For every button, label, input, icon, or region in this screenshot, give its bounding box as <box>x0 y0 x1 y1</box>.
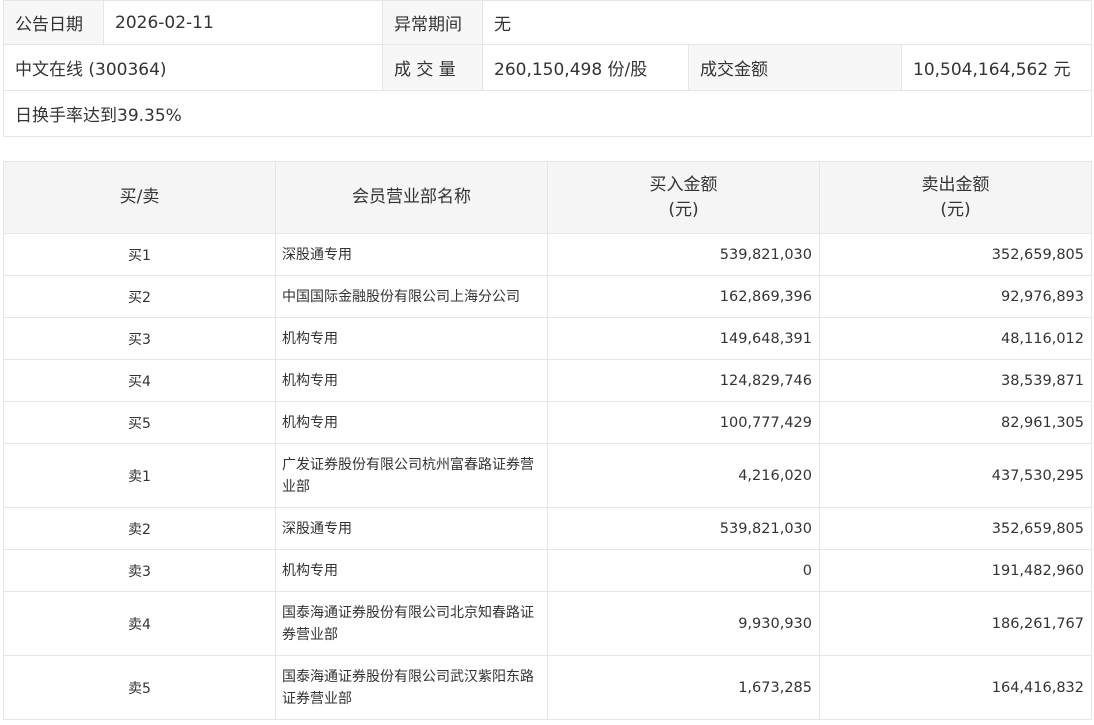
table-row: 卖4 国泰海通证券股份有限公司北京知春路证券营业部 9,930,930 186,… <box>3 591 1092 656</box>
header-member: 会员营业部名称 <box>275 161 548 234</box>
row-side: 卖2 <box>3 507 276 550</box>
row-buy-amount: 0 <box>547 549 820 592</box>
trade-details-table: 买/卖 会员营业部名称 买入金额 (元) 卖出金额 (元) 买1 深股通专用 5… <box>3 161 1092 720</box>
row-buy-amount: 162,869,396 <box>547 275 820 318</box>
row-sell-amount: 92,976,893 <box>819 275 1092 318</box>
table-row: 买4 机构专用 124,829,746 38,539,871 <box>3 359 1092 402</box>
row-side: 卖5 <box>3 655 276 720</box>
row-member: 机构专用 <box>275 359 548 402</box>
row-buy-amount: 100,777,429 <box>547 401 820 444</box>
row-buy-amount: 539,821,030 <box>547 507 820 550</box>
volume-value: 260,150,498 份/股 <box>482 44 689 91</box>
amount-label: 成交金额 <box>688 44 902 91</box>
row-sell-amount: 82,961,305 <box>819 401 1092 444</box>
table-row: 卖5 国泰海通证券股份有限公司武汉紫阳东路证券营业部 1,673,285 164… <box>3 655 1092 720</box>
announce-date-value: 2026-02-11 <box>103 0 383 45</box>
row-sell-amount: 48,116,012 <box>819 317 1092 360</box>
info-row-trading: 中文在线 (300364) 成 交 量 260,150,498 份/股 成交金额… <box>3 44 1093 91</box>
row-sell-amount: 352,659,805 <box>819 507 1092 550</box>
row-member: 机构专用 <box>275 401 548 444</box>
abnormal-reason: 日换手率达到39.35% <box>2 90 1093 137</box>
announce-date-label: 公告日期 <box>3 0 104 45</box>
row-sell-amount: 186,261,767 <box>819 591 1092 656</box>
row-sell-amount: 164,416,832 <box>819 655 1092 720</box>
info-row-date: 公告日期 2026-02-11 异常期间 无 <box>3 0 1093 45</box>
row-sell-amount: 352,659,805 <box>819 233 1092 276</box>
row-side: 卖4 <box>3 591 276 656</box>
header-buy-amount-line1: 买入金额 <box>649 174 718 195</box>
row-buy-amount: 124,829,746 <box>547 359 820 402</box>
abnormal-period-value: 无 <box>481 0 1093 45</box>
table-row: 卖2 深股通专用 539,821,030 352,659,805 <box>3 507 1092 550</box>
table-row: 卖3 机构专用 0 191,482,960 <box>3 549 1092 592</box>
row-side: 卖1 <box>3 443 276 508</box>
row-side: 卖3 <box>3 549 276 592</box>
header-sell-amount-line1: 卖出金额 <box>921 174 990 195</box>
volume-label: 成 交 量 <box>382 44 483 91</box>
header-buy-amount: 买入金额 (元) <box>547 161 820 234</box>
header-sell-amount: 卖出金额 (元) <box>819 161 1092 234</box>
row-buy-amount: 9,930,930 <box>547 591 820 656</box>
header-buy-amount-unit: (元) <box>668 199 699 220</box>
row-buy-amount: 4,216,020 <box>547 443 820 508</box>
row-sell-amount: 437,530,295 <box>819 443 1092 508</box>
table-row: 买1 深股通专用 539,821,030 352,659,805 <box>3 233 1092 276</box>
row-member: 机构专用 <box>275 549 548 592</box>
info-row-reason: 日换手率达到39.35% <box>2 90 1093 137</box>
row-member: 中国国际金融股份有限公司上海分公司 <box>275 275 548 318</box>
row-member: 深股通专用 <box>275 233 548 276</box>
table-row: 卖1 广发证券股份有限公司杭州富春路证券营业部 4,216,020 437,53… <box>3 443 1092 508</box>
row-sell-amount: 38,539,871 <box>819 359 1092 402</box>
row-member: 国泰海通证券股份有限公司北京知春路证券营业部 <box>275 591 548 656</box>
trade-header-row: 买/卖 会员营业部名称 买入金额 (元) 卖出金额 (元) <box>3 161 1092 234</box>
row-side: 买3 <box>3 317 276 360</box>
row-member: 机构专用 <box>275 317 548 360</box>
table-row: 买5 机构专用 100,777,429 82,961,305 <box>3 401 1092 444</box>
row-member: 国泰海通证券股份有限公司武汉紫阳东路证券营业部 <box>275 655 548 720</box>
header-side: 买/卖 <box>3 161 276 234</box>
row-buy-amount: 539,821,030 <box>547 233 820 276</box>
table-row: 买2 中国国际金融股份有限公司上海分公司 162,869,396 92,976,… <box>3 275 1092 318</box>
row-side: 买1 <box>3 233 276 276</box>
table-row: 买3 机构专用 149,648,391 48,116,012 <box>3 317 1092 360</box>
row-side: 买4 <box>3 359 276 402</box>
row-side: 买5 <box>3 401 276 444</box>
row-member: 广发证券股份有限公司杭州富春路证券营业部 <box>275 443 548 508</box>
row-buy-amount: 149,648,391 <box>547 317 820 360</box>
abnormal-period-label: 异常期间 <box>382 0 483 45</box>
amount-value: 10,504,164,562 元 <box>900 44 1093 91</box>
row-member: 深股通专用 <box>275 507 548 550</box>
row-side: 买2 <box>3 275 276 318</box>
row-sell-amount: 191,482,960 <box>819 549 1092 592</box>
header-sell-amount-unit: (元) <box>940 199 971 220</box>
stock-name-code: 中文在线 (300364) <box>3 44 383 91</box>
row-buy-amount: 1,673,285 <box>547 655 820 720</box>
stock-info-table: 公告日期 2026-02-11 异常期间 无 中文在线 (300364) 成 交… <box>2 0 1093 137</box>
